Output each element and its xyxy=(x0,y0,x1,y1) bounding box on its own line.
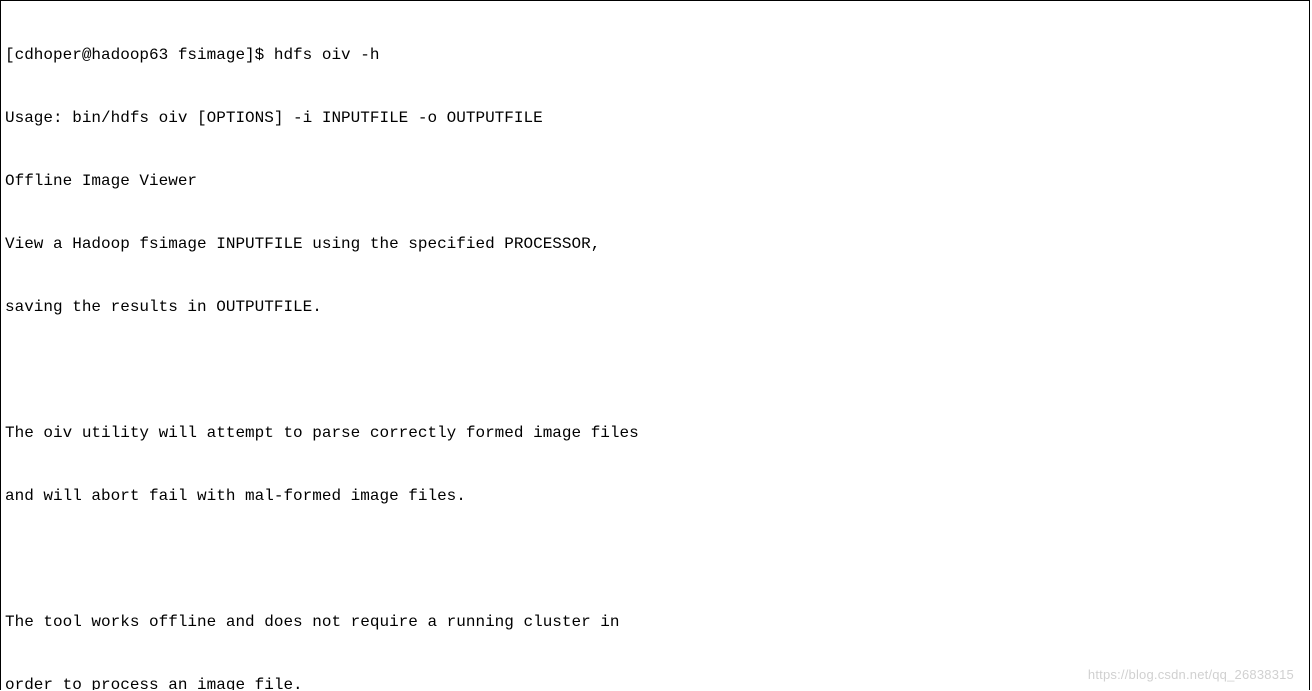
output-line: order to process an image file. xyxy=(5,675,1305,690)
output-line: saving the results in OUTPUTFILE. xyxy=(5,297,1305,318)
output-line: Usage: bin/hdfs oiv [OPTIONS] -i INPUTFI… xyxy=(5,108,1305,129)
output-line: View a Hadoop fsimage INPUTFILE using th… xyxy=(5,234,1305,255)
terminal-window[interactable]: [cdhoper@hadoop63 fsimage]$ hdfs oiv -h … xyxy=(0,0,1310,690)
prompt-line[interactable]: [cdhoper@hadoop63 fsimage]$ hdfs oiv -h xyxy=(5,45,1305,66)
output-line xyxy=(5,360,1305,381)
output-line: The oiv utility will attempt to parse co… xyxy=(5,423,1305,444)
output-line: The tool works offline and does not requ… xyxy=(5,612,1305,633)
output-line: and will abort fail with mal-formed imag… xyxy=(5,486,1305,507)
output-line: Offline Image Viewer xyxy=(5,171,1305,192)
output-line xyxy=(5,549,1305,570)
shell-prompt: [cdhoper@hadoop63 fsimage]$ xyxy=(5,46,274,64)
command-typed: hdfs oiv -h xyxy=(274,46,380,64)
